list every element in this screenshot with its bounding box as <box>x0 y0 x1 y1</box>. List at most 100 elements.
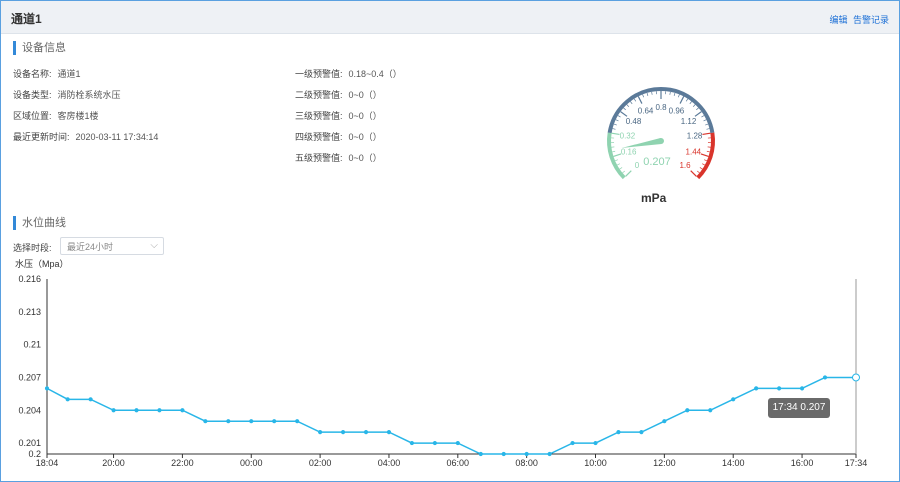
gauge-tick-label: 1.12 <box>681 117 697 126</box>
data-point <box>455 440 460 446</box>
chevron-down-icon: ⌵ <box>150 240 158 251</box>
data-point <box>662 419 667 424</box>
alarm-key: 五级预警值: <box>295 153 343 163</box>
alarm-key: 三级预警值: <box>295 111 343 121</box>
device-type-row: 设备类型: 消防栓系统水压 <box>13 88 121 101</box>
data-point <box>203 419 208 424</box>
data-point <box>478 451 483 457</box>
data-point <box>318 430 323 435</box>
gauge-minor-tick <box>703 119 707 122</box>
gauge-major-tick <box>620 111 628 117</box>
gauge-minor-tick <box>614 159 619 162</box>
gauge-minor-tick <box>677 94 680 98</box>
gauge-tick-label: 1.28 <box>687 132 703 141</box>
chart-tooltip: 17:34 0.207 <box>768 398 830 418</box>
alarm-level-1-row: 一级预警值: 0.18~0.4（） <box>295 67 402 80</box>
x-tick-label: 02:00 <box>309 458 332 468</box>
x-tick-label: 18:04 <box>36 458 59 468</box>
gauge-minor-tick <box>699 167 703 170</box>
alarm-records-link[interactable]: 告警记录 <box>853 15 889 25</box>
field-value: 消防栓系统水压 <box>57 90 121 100</box>
data-point <box>570 440 575 446</box>
data-point <box>822 375 828 380</box>
gauge-tick-label: 0 <box>635 161 640 170</box>
field-key: 区域位置: <box>13 111 52 121</box>
alarm-level-2-row: 二级预警值: 0~0（） <box>295 88 382 101</box>
panel-header: 通道1 编辑 告警记录 <box>1 1 899 34</box>
gauge-minor-tick <box>701 115 705 118</box>
data-point <box>409 440 415 446</box>
gauge-major-tick <box>694 111 702 117</box>
gauge-major-tick <box>611 132 620 136</box>
data-point <box>708 408 713 413</box>
gauge-minor-tick <box>673 92 676 96</box>
gauge-minor-tick <box>706 150 710 153</box>
y-axis-title: 水压（Mpa） <box>15 258 69 269</box>
gauge-minor-tick <box>703 159 708 162</box>
data-point <box>852 373 860 382</box>
gauge-minor-tick <box>617 163 620 166</box>
period-label: 选择时段: <box>13 243 52 253</box>
gauge-tick-label: 0.16 <box>621 148 637 157</box>
alarm-key: 二级预警值: <box>295 90 343 100</box>
data-point <box>363 430 369 435</box>
last-update-row: 最近更新时间: 2020-03-11 17:34:14 <box>13 130 158 143</box>
period-select-value: 最近24小时 <box>67 242 114 252</box>
x-tick-label: 08:00 <box>515 458 538 468</box>
channel-panel: 通道1 编辑 告警记录 设备信息 设备名称: 通道1 设备类型: 消防栓系统水压 区… <box>0 0 900 482</box>
pressure-gauge: 0 0.16 0.32 0.480.64 0.8 0.961.12 1.28 1.44 1.6 0… <box>607 87 715 180</box>
device-name-row: 设备名称: 通道1 <box>13 67 81 80</box>
gauge-minor-tick <box>612 128 616 130</box>
field-value: 客房楼1楼 <box>57 111 99 121</box>
alarm-level-5-row: 五级预警值: 0~0（） <box>295 151 382 164</box>
field-value: 通道1 <box>57 69 81 79</box>
gauge-minor-tick <box>696 170 700 174</box>
data-point <box>639 430 644 435</box>
y-tick-label: 0.204 <box>18 405 41 415</box>
x-tick-label: 14:00 <box>722 458 745 468</box>
water-pressure-chart: 水压（Mpa）0.20.2010.2040.2070.210.2130.2161… <box>15 258 868 468</box>
y-tick-label: 0.201 <box>18 438 41 448</box>
gauge-minor-tick <box>706 128 710 130</box>
gauge-tick-label: 0.32 <box>620 132 636 141</box>
x-tick-label: 22:00 <box>171 458 194 468</box>
edit-link[interactable]: 编辑 <box>829 15 847 25</box>
device-info-heading: 设备信息 <box>13 41 66 55</box>
data-point <box>501 451 506 457</box>
gauge-unit: mPa <box>641 191 667 205</box>
gauge-minor-tick <box>692 104 696 107</box>
x-tick-label: 00:00 <box>240 458 263 468</box>
data-point <box>754 386 759 391</box>
gauge-tick-label: 0.96 <box>669 107 685 116</box>
x-tick-label: 17:34 <box>845 458 868 468</box>
data-point <box>340 430 346 435</box>
data-point <box>685 408 690 413</box>
data-point <box>157 408 162 413</box>
gauge-minor-tick <box>613 123 617 126</box>
panel-title: 通道1 <box>11 12 42 26</box>
period-select[interactable]: 最近24小时 ⌵ <box>60 237 164 255</box>
alarm-level-3-row: 三级预警值: 0~0（） <box>295 109 382 122</box>
gauge-minor-tick <box>617 115 621 118</box>
alarm-key: 四级预警值: <box>295 132 343 142</box>
x-tick-label: 16:00 <box>791 458 814 468</box>
gauge-tick-label: 1.6 <box>679 161 691 170</box>
data-point <box>731 397 736 402</box>
gauge-major-tick <box>702 132 711 136</box>
gauge-minor-tick <box>642 94 645 98</box>
gauge-minor-tick <box>705 123 709 126</box>
field-key: 设备类型: <box>13 90 52 100</box>
gauge-minor-tick <box>685 98 689 102</box>
data-point <box>226 419 231 424</box>
alarm-value: 0~0（） <box>348 90 382 100</box>
gauge-minor-tick <box>626 104 630 107</box>
x-tick-label: 06:00 <box>447 458 470 468</box>
alarm-level-4-row: 四级预警值: 0~0（） <box>295 130 382 143</box>
gauge-minor-tick <box>689 101 692 105</box>
data-point <box>386 430 392 435</box>
gauge-tick-label: 1.44 <box>686 148 702 157</box>
x-tick-label: 04:00 <box>378 458 401 468</box>
gauge-major-tick <box>637 96 643 104</box>
alarm-value: 0~0（） <box>348 111 382 121</box>
alarm-value: 0.18~0.4（） <box>348 69 402 79</box>
